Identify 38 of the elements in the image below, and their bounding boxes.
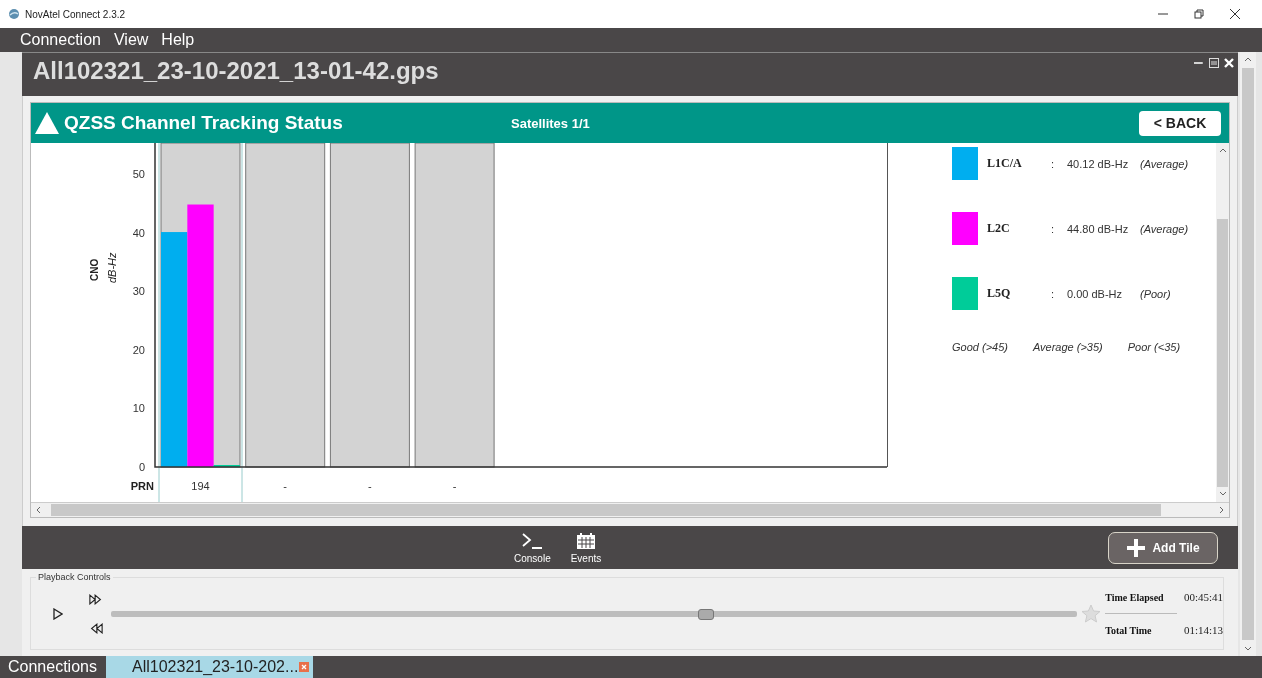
signal-name: L5Q [986, 286, 1012, 301]
signal-name: L1C/A [986, 156, 1023, 171]
separator: : [1051, 222, 1056, 235]
axis-tick-label: 50 [132, 168, 145, 181]
axis-tick-label: - [368, 480, 372, 492]
signal-name: L2C [986, 221, 1011, 236]
separator: : [1051, 157, 1056, 170]
signal-reading: 44.80 dB-Hz [1067, 222, 1130, 235]
signal-reading: 0.00 dB-Hz [1067, 287, 1124, 300]
axis-tick-label: 10 [132, 402, 145, 415]
group-title: Playback Controls [36, 572, 113, 582]
axis-tick-label: 40 [132, 226, 145, 239]
window-title: NovAtel Connect 2.3.2 [25, 8, 126, 20]
separator: : [1051, 287, 1056, 300]
axis-tick-label: 0 [138, 461, 145, 473]
signal-quality: (Average) [1140, 222, 1189, 235]
connections-label: Connections [8, 658, 98, 676]
quality-scale-label: Average (>35) [1032, 341, 1103, 353]
axis-tick-label: - [283, 480, 288, 492]
axis-unit-label: dB-Hz [106, 252, 118, 283]
quality-scale-label: Poor (<35) [1127, 341, 1181, 353]
axis-label: PRN [130, 480, 154, 492]
time-label: Total Time [1105, 624, 1152, 636]
axis-tick-label: - [452, 480, 457, 492]
axis-label: CNO [89, 258, 100, 281]
quality-scale-label: Good (>45) [952, 341, 1008, 353]
signal-quality: (Poor) [1140, 287, 1171, 300]
time-value: 01:14:13 [1183, 624, 1223, 636]
signal-quality: (Average) [1140, 157, 1189, 170]
time-value: 00:45:41 [1183, 591, 1223, 603]
tile-title: QZSS Channel Tracking Status [64, 112, 344, 134]
signal-reading: 40.12 dB-Hz [1067, 157, 1130, 170]
satellites-count: Satellites 1/1 [511, 115, 590, 131]
time-label: Time Elapsed [1105, 591, 1164, 603]
axis-tick-label: 30 [132, 285, 145, 298]
axis-tick-label: 194 [191, 480, 210, 492]
document-title: All102321_23-10-2021_13-01-42.gps [33, 57, 439, 85]
axis-tick-label: 20 [132, 343, 145, 356]
